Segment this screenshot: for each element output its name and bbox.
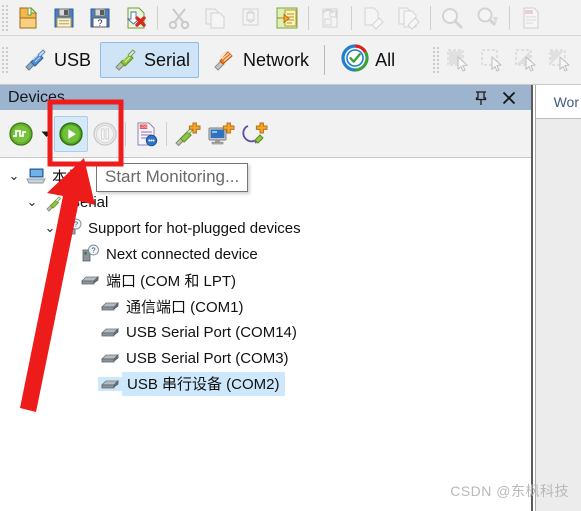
filter-toolbar-grip[interactable] [1, 46, 8, 74]
clear-button[interactable] [355, 2, 391, 34]
import-button[interactable] [312, 2, 348, 34]
twisty-icon[interactable]: ⌄ [40, 220, 60, 236]
export-button[interactable] [269, 2, 305, 34]
start-monitoring-tooltip: Start Monitoring... [96, 163, 249, 192]
selection-tools-grip[interactable] [432, 46, 439, 74]
find-next-button[interactable] [470, 2, 506, 34]
device-tree[interactable]: ⌄ 本机 ⌄ Serial ⌄ ? Support for hot-plugge… [0, 159, 531, 511]
devices-panel-toolbar: LOG [0, 110, 531, 158]
tree-item-next-connected-device[interactable]: ? Next connected device [0, 241, 531, 267]
filter-usb[interactable]: USB [10, 42, 100, 78]
close-x-icon[interactable] [501, 89, 517, 107]
csdn-watermark: CSDN @东枫科技 [450, 483, 569, 499]
filter-serial-label: Serial [144, 50, 191, 70]
device-question-icon: ? [78, 244, 102, 264]
toolbar-separator [509, 5, 510, 30]
filter-usb-label: USB [54, 50, 92, 70]
save-as-button[interactable]: ? [82, 2, 118, 34]
tree-item-computer[interactable]: ⌄ 本机 [0, 163, 531, 189]
devices-panel: Devices LOG ⌄ 本机 ⌄ Serial ⌄ ? Support fo… [0, 85, 533, 511]
find-button[interactable] [434, 2, 470, 34]
start-monitoring-button[interactable] [54, 115, 88, 152]
tree-item-com3-label: USB Serial Port (COM3) [126, 349, 289, 367]
add-remote-connection-button[interactable] [238, 116, 272, 152]
copy-button[interactable] [197, 2, 233, 34]
selection-tools-group [431, 43, 581, 77]
select-tool-3[interactable] [509, 43, 543, 77]
tree-item-hotplug-support-label: Support for hot-plugged devices [88, 219, 301, 237]
device-question-icon: ? [60, 218, 84, 238]
filter-all-label: All [375, 50, 396, 70]
usb-plug-blue-icon [19, 43, 49, 78]
twisty-icon[interactable]: ⌄ [4, 168, 24, 184]
svg-text:LOG: LOG [139, 124, 147, 129]
devices-panel-header: Devices [0, 85, 531, 110]
select-tool-2[interactable] [475, 43, 509, 77]
network-cable-orange-icon [208, 43, 238, 78]
devices-panel-title: Devices [8, 88, 65, 106]
cut-button[interactable] [161, 2, 197, 34]
toolbar-separator [157, 5, 158, 30]
toolbar-grip[interactable] [1, 3, 8, 32]
add-computer-button[interactable] [204, 116, 238, 152]
workspace-tab-label: Wor [553, 93, 579, 110]
log-file-button[interactable]: LOG [129, 116, 163, 152]
toolbar-separator [430, 5, 431, 30]
select-tool-1[interactable] [441, 43, 475, 77]
tree-item-ports[interactable]: 端口 (COM 和 LPT) [0, 267, 531, 293]
new-file-button[interactable] [10, 2, 46, 34]
tree-item-com2-label: USB 串行设备 (COM2) [122, 372, 285, 396]
tree-item-com1[interactable]: 通信端口 (COM1) [0, 293, 531, 319]
tree-item-com2[interactable]: USB 串行设备 (COM2) [0, 371, 531, 397]
capture-mode-button[interactable] [4, 116, 38, 152]
filter-serial[interactable]: Serial [100, 42, 200, 78]
toolbar-separator [351, 5, 352, 30]
clear-all-button[interactable] [391, 2, 427, 34]
toolbar-separator [308, 5, 309, 30]
tree-item-hotplug-support[interactable]: ⌄ ? Support for hot-plugged devices [0, 215, 531, 241]
devices-toolbar-separator [125, 121, 126, 146]
tree-item-com3[interactable]: USB Serial Port (COM3) [0, 345, 531, 371]
save-button[interactable] [46, 2, 82, 34]
select-tool-4[interactable] [543, 43, 577, 77]
port-icon [98, 325, 122, 339]
tree-item-com14[interactable]: USB Serial Port (COM14) [0, 319, 531, 345]
port-icon [78, 273, 102, 287]
tree-item-next-connected-device-label: Next connected device [106, 245, 258, 263]
log-view-button[interactable] [513, 2, 549, 34]
svg-text:?: ? [74, 220, 78, 229]
tree-item-com14-label: USB Serial Port (COM14) [126, 323, 297, 341]
tree-item-computer-label: 本机 [52, 168, 83, 186]
chevron-down-icon[interactable] [38, 130, 54, 138]
workspace-panel: Wor [535, 85, 581, 511]
port-icon [98, 299, 122, 313]
serial-plug-green-icon [42, 192, 66, 212]
filter-network[interactable]: Network [199, 42, 318, 78]
application-window: ? USB Serial Network All Devices LOG ⌄ 本… [0, 0, 581, 511]
port-icon [98, 377, 122, 391]
tree-item-ports-label: 端口 (COM 和 LPT) [106, 272, 236, 290]
svg-text:?: ? [97, 18, 102, 28]
tree-item-serial-label: Serial [70, 193, 109, 211]
file-toolbar: ? [0, 0, 581, 36]
tree-item-serial[interactable]: ⌄ Serial [0, 189, 531, 215]
device-class-filter-toolbar: USB Serial Network All [0, 36, 581, 85]
close-file-button[interactable] [118, 2, 154, 34]
computer-icon [24, 167, 48, 185]
workspace-tab[interactable]: Wor [536, 85, 581, 119]
tree-item-com1-label: 通信端口 (COM1) [126, 298, 244, 316]
port-icon [98, 351, 122, 365]
stop-monitoring-button[interactable] [88, 116, 122, 152]
svg-text:?: ? [91, 246, 95, 255]
filter-separator [324, 45, 326, 75]
paste-button[interactable] [233, 2, 269, 34]
pin-icon[interactable] [473, 89, 489, 107]
twisty-icon[interactable]: ⌄ [22, 194, 42, 210]
add-serial-device-button[interactable] [170, 116, 204, 152]
serial-plug-green-icon [109, 43, 139, 78]
filter-all[interactable]: All [331, 42, 404, 78]
filter-network-label: Network [243, 50, 310, 70]
devices-toolbar-separator [166, 121, 167, 146]
all-check-circle-icon [340, 43, 370, 78]
